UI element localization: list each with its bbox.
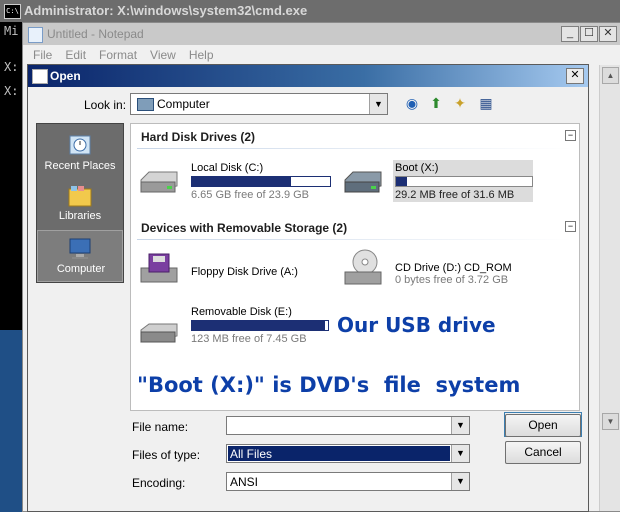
hard-drive-icon [344,171,382,193]
collapse-icon[interactable]: − [565,130,576,141]
open-dialog: Open ✕ Look in: Computer ▼ ◉ ⬆ ✦ ▦ Recen… [27,64,589,512]
cmd-line-3: X: [4,84,19,98]
place-computer[interactable]: Computer [37,230,123,282]
drive-name-x[interactable]: Boot (X:) [395,162,438,174]
notepad-menu-bar: File Edit Format View Help [23,45,620,65]
annotation-usb: Our USB drive [337,313,496,337]
libraries-icon [68,186,92,207]
menu-format[interactable]: Format [99,48,137,62]
group-divider [137,148,573,149]
place-recent-places[interactable]: Recent Places [37,128,123,180]
annotation-boot: "Boot (X:)" is DVD's file system [137,373,521,397]
menu-help[interactable]: Help [189,48,214,62]
group-divider [137,239,573,240]
encoding-select[interactable]: ANSI ▼ [226,472,470,491]
drive-free-x: 29.2 MB free of 31.6 MB [395,189,515,201]
menu-file[interactable]: File [33,48,52,62]
cmd-icon: C:\ [4,4,21,19]
place-label: Computer [56,263,106,275]
back-icon[interactable]: ◉ [402,94,422,112]
place-label: Libraries [58,210,102,222]
drive-name-c[interactable]: Local Disk (C:) [191,162,263,174]
minimize-button[interactable]: _ [561,26,579,42]
files-of-type-select[interactable]: All Files ▼ [226,444,470,463]
place-label: Recent Places [44,160,116,172]
notepad-vertical-scrollbar[interactable]: ▲ ▼ [599,65,620,511]
group-header-removable[interactable]: Devices with Removable Storage (2) [141,221,347,235]
maximize-button[interactable]: ☐ [580,26,598,42]
drive-usage-bar-e [191,320,329,331]
file-list-view[interactable]: Hard Disk Drives (2) − Local Disk (C:) 6… [130,123,580,411]
look-in-value: Computer [157,97,210,111]
drive-usage-bar-c [191,176,331,187]
computer-small-icon [137,98,154,111]
menu-edit[interactable]: Edit [65,48,86,62]
files-of-type-value: All Files [230,447,273,461]
computer-icon [69,238,91,259]
notepad-title-bar[interactable]: Untitled - Notepad _ ☐ ✕ [23,23,620,45]
view-menu-icon[interactable]: ▦ [476,94,496,112]
encoding-label: Encoding: [132,476,186,490]
dialog-icon [32,69,48,84]
notepad-icon [28,27,43,43]
places-bar: Recent Places Libraries Computer [36,123,124,283]
cmd-line-1: Mi [4,24,19,38]
look-in-label: Look in: [84,98,127,112]
drive-free-e: 123 MB free of 7.45 GB [191,333,307,345]
cd-drive-icon [344,249,382,285]
file-name-field[interactable]: ▼ [226,416,470,435]
drive-free-c: 6.65 GB free of 23.9 GB [191,189,310,201]
group-header-hard-disks[interactable]: Hard Disk Drives (2) [141,130,255,144]
files-of-type-label: Files of type: [132,448,201,462]
drive-name-d[interactable]: CD Drive (D:) CD_ROM [395,262,512,274]
up-folder-icon[interactable]: ⬆ [426,94,446,112]
hard-drive-icon [140,171,178,193]
chevron-down-icon[interactable]: ▼ [451,445,469,462]
usb-drive-icon [140,323,178,343]
collapse-icon[interactable]: − [565,221,576,232]
drive-usage-bar-x [395,176,533,187]
menu-view[interactable]: View [150,48,176,62]
drive-name-a[interactable]: Floppy Disk Drive (A:) [191,266,298,278]
cmd-line-2: X: [4,60,19,74]
place-libraries[interactable]: Libraries [37,178,123,230]
scroll-up-arrow-icon[interactable]: ▲ [602,67,619,84]
chevron-down-icon[interactable]: ▼ [451,473,469,490]
open-button[interactable]: Open [505,414,581,437]
close-button[interactable]: ✕ [599,26,617,42]
scroll-down-arrow-icon[interactable]: ▼ [602,413,619,430]
file-name-label: File name: [132,420,189,434]
floppy-drive-icon [140,253,178,283]
new-folder-icon[interactable]: ✦ [450,94,470,112]
look-in-combo[interactable]: Computer ▼ [130,93,388,115]
drive-usage-fill [192,177,292,186]
encoding-value: ANSI [230,475,259,489]
cmd-title-bar[interactable]: C:\ Administrator: X:\windows\system32\c… [0,0,620,22]
drive-free-d: 0 bytes free of 3.72 GB [395,274,509,286]
dialog-title: Open [50,69,81,83]
cancel-button[interactable]: Cancel [505,441,581,464]
dialog-title-bar[interactable]: Open ✕ [28,65,588,87]
drive-usage-fill [192,321,326,330]
dialog-close-button[interactable]: ✕ [566,68,584,84]
drive-usage-fill [396,177,407,186]
cmd-title: Administrator: X:\windows\system32\cmd.e… [24,3,308,18]
chevron-down-icon[interactable]: ▼ [369,94,387,114]
recent-places-icon [69,135,91,155]
chevron-down-icon[interactable]: ▼ [451,417,469,434]
drive-name-e[interactable]: Removable Disk (E:) [191,306,292,318]
notepad-title: Untitled - Notepad [47,27,144,41]
